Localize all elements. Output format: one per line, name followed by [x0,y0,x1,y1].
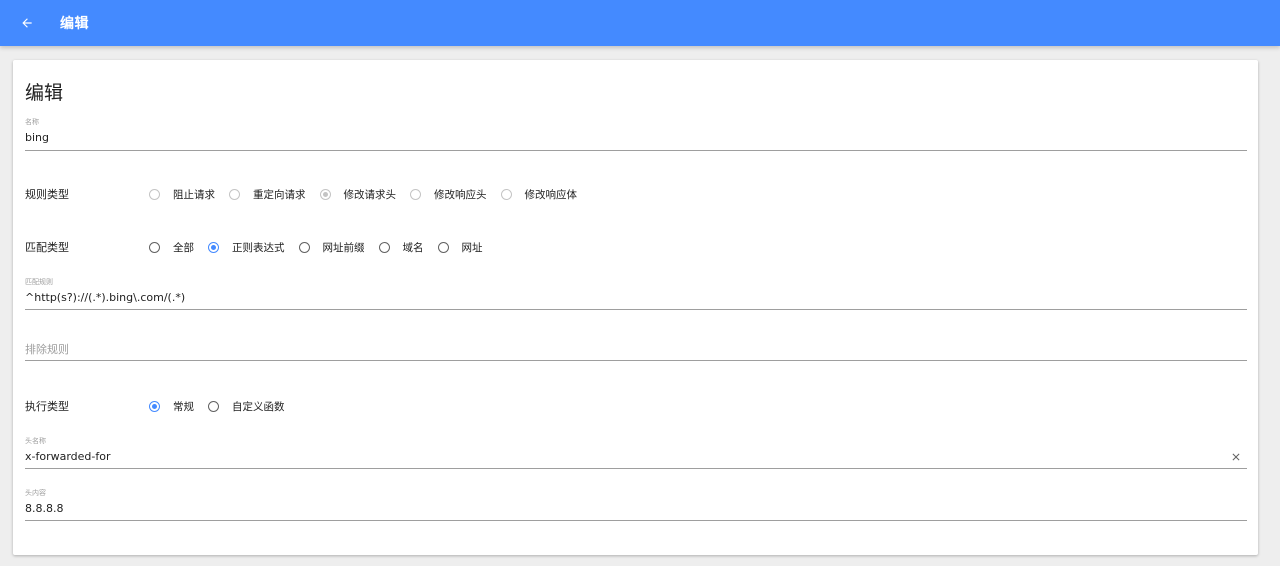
header-content-field[interactable]: 头内容 8.8.8.8 [25,489,1247,521]
exclude-rule-placeholder[interactable]: 排除规则 [25,343,69,357]
card-title: 编辑 [25,82,64,104]
radio-label: 正则表达式 [232,241,285,254]
header-name-field-label: 头名称 [25,437,46,445]
radio-checked-icon [319,188,331,200]
match-type-label: 匹配类型 [25,241,69,254]
edit-card: 编辑 名称 bing 规则类型 阻止请求 重定向请求 修改请求头 修改响应头 修… [13,60,1258,555]
radio-label: 自定义函数 [232,400,285,413]
radio-label: 阻止请求 [173,188,215,201]
exec-type-option-normal[interactable]: 常规 [149,399,194,414]
rule-type-option-block[interactable]: 阻止请求 [149,187,215,202]
match-type-option-domain[interactable]: 域名 [378,240,424,255]
radio-label: 全部 [173,241,194,254]
name-field-label: 名称 [25,118,39,126]
radio-icon [229,188,240,200]
match-rule-field-label: 匹配规则 [25,278,53,286]
radio-icon [500,188,512,200]
radio-label: 网址 [461,241,483,254]
radio-icon [298,241,310,253]
radio-checked-icon [149,400,160,412]
exec-type-row: 执行类型 常规 自定义函数 [25,396,299,416]
match-type-option-regex[interactable]: 正则表达式 [208,240,285,255]
rule-type-row: 规则类型 阻止请求 重定向请求 修改请求头 修改响应头 修改响应体 [25,184,591,204]
match-type-option-url[interactable]: 网址 [437,240,483,255]
rule-type-option-modify-request-header[interactable]: 修改请求头 [319,187,397,202]
radio-icon [149,241,160,253]
radio-icon [410,188,421,200]
radio-label: 修改响应头 [434,188,487,201]
match-type-option-all[interactable]: 全部 [149,240,194,255]
header-name-field-value[interactable]: x-forwarded-for [25,450,111,464]
match-type-row: 匹配类型 全部 正则表达式 网址前缀 域名 网址 [25,237,497,257]
clear-button[interactable] [1229,450,1243,464]
radio-label: 常规 [173,400,194,413]
close-icon [1232,453,1240,461]
back-button[interactable] [16,12,38,34]
radio-label: 网址前缀 [322,241,365,254]
header-content-field-value[interactable]: 8.8.8.8 [25,502,63,516]
header-name-field[interactable]: 头名称 x-forwarded-for [25,437,1247,469]
radio-icon [378,241,390,253]
app-bar: 编辑 [0,0,1280,46]
rule-type-label: 规则类型 [25,188,69,201]
radio-icon [437,241,449,253]
rule-type-option-modify-response-body[interactable]: 修改响应体 [500,187,578,202]
name-field-value[interactable]: bing [25,131,49,145]
rule-type-option-modify-response-header[interactable]: 修改响应头 [410,187,487,202]
radio-label: 域名 [402,241,424,254]
name-field[interactable]: 名称 bing [25,118,1247,151]
arrow-left-icon [22,18,32,28]
radio-checked-icon [208,241,219,253]
header-content-field-label: 头内容 [25,489,46,497]
exclude-rule-field[interactable]: 排除规则 [25,340,1247,361]
rule-type-option-redirect[interactable]: 重定向请求 [229,187,306,202]
match-rule-field-value[interactable]: ^http(s?)://(.*).bing\.com/(.*) [25,291,185,305]
radio-icon [149,188,160,200]
app-bar-title: 编辑 [60,16,89,32]
exec-type-option-custom-function[interactable]: 自定义函数 [208,399,285,414]
match-type-option-url-prefix[interactable]: 网址前缀 [298,240,365,255]
radio-label: 修改响应体 [524,188,578,201]
radio-label: 重定向请求 [253,188,306,201]
radio-icon [208,400,219,412]
radio-label: 修改请求头 [343,188,397,201]
match-rule-field[interactable]: 匹配规则 ^http(s?)://(.*).bing\.com/(.*) [25,278,1247,310]
exec-type-label: 执行类型 [25,400,69,413]
